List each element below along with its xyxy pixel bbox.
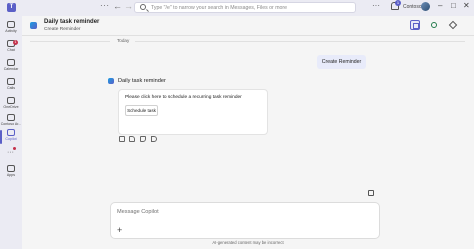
rail-item-calls[interactable]: Calls <box>0 78 22 96</box>
rail-item-label: Calendar <box>3 67 19 71</box>
chat-header: Daily task reminder Create Reminder <box>22 16 474 36</box>
rail-item-label: OneDrive <box>3 105 19 109</box>
add-icon[interactable]: + <box>117 226 122 235</box>
message-input[interactable] <box>117 207 367 217</box>
chat-badge: 1 <box>13 40 18 45</box>
copilot-icon <box>7 129 15 136</box>
search-input[interactable] <box>151 3 351 12</box>
phone-icon <box>7 78 15 85</box>
notification-badge: 1 <box>395 0 401 6</box>
rail-item-apps[interactable]: Apps <box>0 165 22 183</box>
status-icon[interactable] <box>431 22 437 28</box>
bell-icon <box>7 21 15 28</box>
chat-pane: Daily task reminder Create Reminder Toda… <box>22 16 474 249</box>
app-icon <box>7 114 15 121</box>
read-aloud-icon[interactable] <box>151 136 157 142</box>
date-divider: Today <box>22 37 474 45</box>
settings-more-button[interactable]: ··· <box>372 1 380 10</box>
forward-button[interactable]: → <box>124 1 133 11</box>
apps-icon <box>7 165 15 172</box>
rail-item-label: Contoso Ar... <box>0 122 22 126</box>
left-rail: Activity Chat 1 Calendar Calls OneDrive … <box>0 16 22 249</box>
cloud-icon <box>7 97 15 104</box>
divider-line <box>135 41 465 42</box>
rail-item-label: Copilot <box>5 137 17 141</box>
copilot-avatar-icon <box>108 78 114 84</box>
divider-line <box>30 41 110 42</box>
message-composer: + <box>110 202 380 239</box>
rail-item-label: Calls <box>7 86 15 90</box>
minimize-button[interactable]: – <box>438 1 442 10</box>
title-bar: T ··· ← → ··· 1 Contoso – □ ✕ <box>0 0 474 16</box>
rail-item-label: Activity <box>5 29 17 33</box>
new-topic-icon[interactable] <box>368 190 374 196</box>
maximize-button[interactable]: □ <box>451 1 456 10</box>
rail-item-onedrive[interactable]: OneDrive <box>0 97 22 115</box>
more-apps-button[interactable]: ··· <box>7 149 14 156</box>
new-chat-button[interactable] <box>410 20 420 30</box>
date-label: Today <box>117 38 130 43</box>
card-text: Please click here to schedule a recurrin… <box>125 95 242 100</box>
rail-item-calendar[interactable]: Calendar <box>0 59 22 77</box>
alert-dot <box>13 147 16 150</box>
rail-item-label: Apps <box>6 173 16 177</box>
more-apps-icon[interactable]: ··· <box>100 1 110 10</box>
apps-hex-icon[interactable] <box>448 20 458 30</box>
rail-item-activity[interactable]: Activity <box>0 21 22 39</box>
copilot-logo-icon <box>30 22 37 29</box>
rail-item-copilot[interactable]: Copilot <box>0 129 22 147</box>
schedule-task-button[interactable]: Schedule task <box>125 105 158 116</box>
search-icon <box>140 4 146 10</box>
org-name[interactable]: Contoso <box>403 4 422 10</box>
close-button[interactable]: ✕ <box>463 1 470 10</box>
bot-name: Daily task reminder <box>118 78 166 84</box>
adaptive-card: Please click here to schedule a recurrin… <box>118 89 268 135</box>
copy-icon[interactable] <box>119 136 125 142</box>
back-button[interactable]: ← <box>113 1 122 11</box>
thumbs-up-icon[interactable] <box>129 136 135 142</box>
user-message-bubble: Create Reminder <box>317 55 366 69</box>
rail-item-chat[interactable]: Chat 1 <box>0 40 22 58</box>
search-box[interactable] <box>134 2 356 13</box>
rail-item-label: Chat <box>7 48 15 52</box>
thumbs-down-icon[interactable] <box>140 136 146 142</box>
chat-title: Daily task reminder <box>44 19 100 25</box>
avatar[interactable] <box>421 2 430 11</box>
calendar-icon <box>7 59 15 66</box>
chat-subtitle: Create Reminder <box>44 27 81 32</box>
ai-disclaimer: AI-generated content may be incorrect <box>212 240 284 245</box>
teams-logo-icon: T <box>7 3 16 12</box>
